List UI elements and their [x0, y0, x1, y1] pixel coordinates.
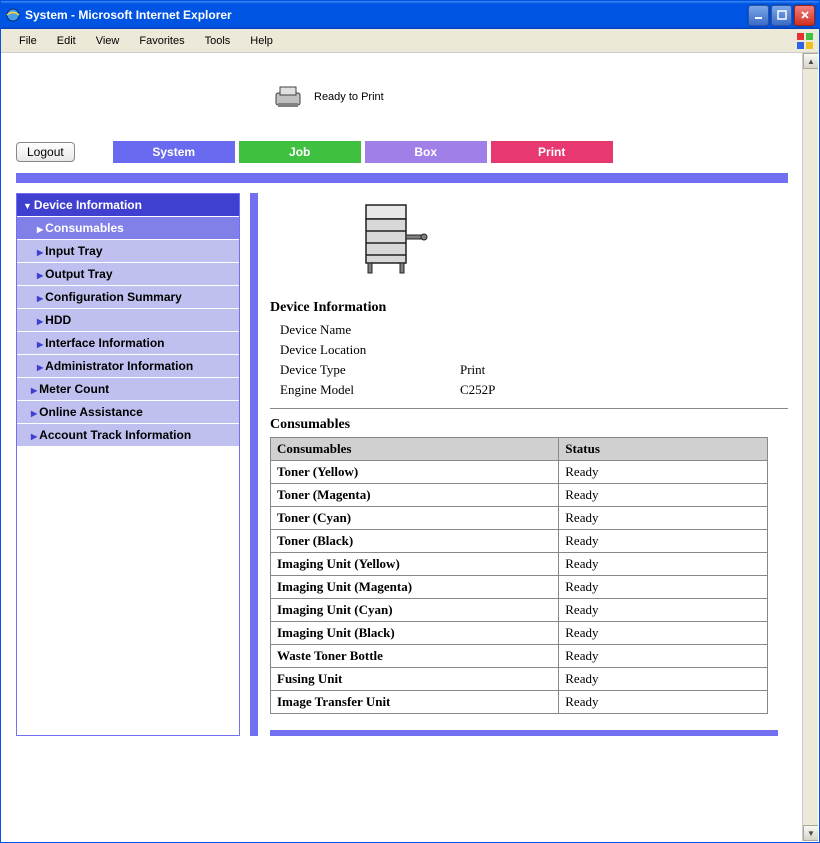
- col-status: Status: [559, 438, 768, 461]
- windows-flag-icon: [795, 31, 815, 51]
- menu-help[interactable]: Help: [240, 32, 283, 50]
- table-row: Imaging Unit (Magenta)Ready: [271, 576, 768, 599]
- content-pane: Device Information Device Name Device Lo…: [250, 193, 788, 736]
- printer-device-icon: [360, 199, 430, 283]
- consumable-status: Ready: [559, 599, 768, 622]
- scroll-up-button[interactable]: ▲: [803, 53, 818, 69]
- window-buttons: [748, 5, 815, 26]
- content-area: ▲ ▼ Ready to Print Logout System Job Box…: [2, 53, 818, 841]
- consumable-name: Toner (Magenta): [271, 484, 559, 507]
- engine-model-value: C252P: [460, 382, 495, 398]
- table-row: Toner (Magenta)Ready: [271, 484, 768, 507]
- main-layout: Device Information Consumables Input Tra…: [2, 183, 802, 736]
- sidebar-item-interface-info[interactable]: Interface Information: [17, 331, 239, 354]
- table-row: Imaging Unit (Yellow)Ready: [271, 553, 768, 576]
- tab-box[interactable]: Box: [365, 141, 487, 163]
- sidebar-item-output-tray[interactable]: Output Tray: [17, 262, 239, 285]
- vertical-scrollbar[interactable]: ▲ ▼: [802, 53, 818, 841]
- consumable-status: Ready: [559, 530, 768, 553]
- titlebar: System - Microsoft Internet Explorer: [1, 1, 819, 29]
- logout-button[interactable]: Logout: [16, 142, 75, 162]
- sidebar: Device Information Consumables Input Tra…: [16, 193, 240, 736]
- menu-favorites[interactable]: Favorites: [129, 32, 194, 50]
- table-row: Waste Toner BottleReady: [271, 645, 768, 668]
- divider-bar: [16, 173, 788, 183]
- tab-system[interactable]: System: [113, 141, 235, 163]
- window: System - Microsoft Internet Explorer Fil…: [0, 0, 820, 843]
- consumable-name: Image Transfer Unit: [271, 691, 559, 714]
- sidebar-item-consumables[interactable]: Consumables: [17, 216, 239, 239]
- table-row: Fusing UnitReady: [271, 668, 768, 691]
- consumable-name: Toner (Black): [271, 530, 559, 553]
- bottom-divider-bar: [270, 730, 778, 736]
- sidebar-item-input-tray[interactable]: Input Tray: [17, 239, 239, 262]
- consumable-status: Ready: [559, 576, 768, 599]
- consumable-status: Ready: [559, 622, 768, 645]
- ie-icon: [5, 7, 21, 23]
- menu-tools[interactable]: Tools: [195, 32, 241, 50]
- tab-print[interactable]: Print: [491, 141, 613, 163]
- sidebar-group-device-info[interactable]: Device Information: [17, 194, 239, 216]
- device-name-label: Device Name: [280, 322, 460, 338]
- close-button[interactable]: [794, 5, 815, 26]
- consumable-name: Toner (Yellow): [271, 461, 559, 484]
- menu-edit[interactable]: Edit: [47, 32, 86, 50]
- table-row: Toner (Black)Ready: [271, 530, 768, 553]
- sidebar-item-admin-info[interactable]: Administrator Information: [17, 354, 239, 377]
- table-row: Imaging Unit (Black)Ready: [271, 622, 768, 645]
- scroll-down-button[interactable]: ▼: [803, 825, 818, 841]
- status-text: Ready to Print: [314, 91, 384, 103]
- menubar: File Edit View Favorites Tools Help: [1, 29, 819, 53]
- sidebar-item-hdd[interactable]: HDD: [17, 308, 239, 331]
- maximize-button[interactable]: [771, 5, 792, 26]
- table-row: Toner (Yellow)Ready: [271, 461, 768, 484]
- sidebar-item-meter-count[interactable]: Meter Count: [17, 377, 239, 400]
- tab-job[interactable]: Job: [239, 141, 361, 163]
- engine-model-label: Engine Model: [280, 382, 460, 398]
- menu-view[interactable]: View: [86, 32, 130, 50]
- consumables-heading: Consumables: [270, 417, 788, 433]
- col-consumables: Consumables: [271, 438, 559, 461]
- printer-status-icon: [272, 83, 304, 111]
- sidebar-item-online-assist[interactable]: Online Assistance: [17, 400, 239, 423]
- consumable-status: Ready: [559, 507, 768, 530]
- table-row: Toner (Cyan)Ready: [271, 507, 768, 530]
- status-row: Ready to Print: [2, 53, 802, 141]
- consumable-name: Toner (Cyan): [271, 507, 559, 530]
- consumable-name: Imaging Unit (Magenta): [271, 576, 559, 599]
- device-type-label: Device Type: [280, 362, 460, 378]
- menu-file[interactable]: File: [9, 32, 47, 50]
- consumable-name: Waste Toner Bottle: [271, 645, 559, 668]
- device-info-heading: Device Information: [270, 300, 788, 316]
- consumable-status: Ready: [559, 553, 768, 576]
- device-info-grid: Device Name Device Location Device TypeP…: [280, 320, 788, 400]
- device-location-label: Device Location: [280, 342, 460, 358]
- sidebar-item-account-track[interactable]: Account Track Information: [17, 423, 239, 446]
- consumable-status: Ready: [559, 645, 768, 668]
- table-row: Imaging Unit (Cyan)Ready: [271, 599, 768, 622]
- consumable-name: Imaging Unit (Yellow): [271, 553, 559, 576]
- divider: [270, 408, 788, 409]
- consumables-table: Consumables Status Toner (Yellow)ReadyTo…: [270, 437, 768, 714]
- tabs-row: Logout System Job Box Print: [2, 141, 802, 163]
- sidebar-item-config-summary[interactable]: Configuration Summary: [17, 285, 239, 308]
- window-title: System - Microsoft Internet Explorer: [25, 8, 748, 22]
- consumable-name: Fusing Unit: [271, 668, 559, 691]
- consumable-status: Ready: [559, 691, 768, 714]
- consumable-status: Ready: [559, 484, 768, 507]
- consumable-name: Imaging Unit (Black): [271, 622, 559, 645]
- consumable-status: Ready: [559, 668, 768, 691]
- consumable-status: Ready: [559, 461, 768, 484]
- consumable-name: Imaging Unit (Cyan): [271, 599, 559, 622]
- device-type-value: Print: [460, 362, 485, 378]
- table-row: Image Transfer UnitReady: [271, 691, 768, 714]
- minimize-button[interactable]: [748, 5, 769, 26]
